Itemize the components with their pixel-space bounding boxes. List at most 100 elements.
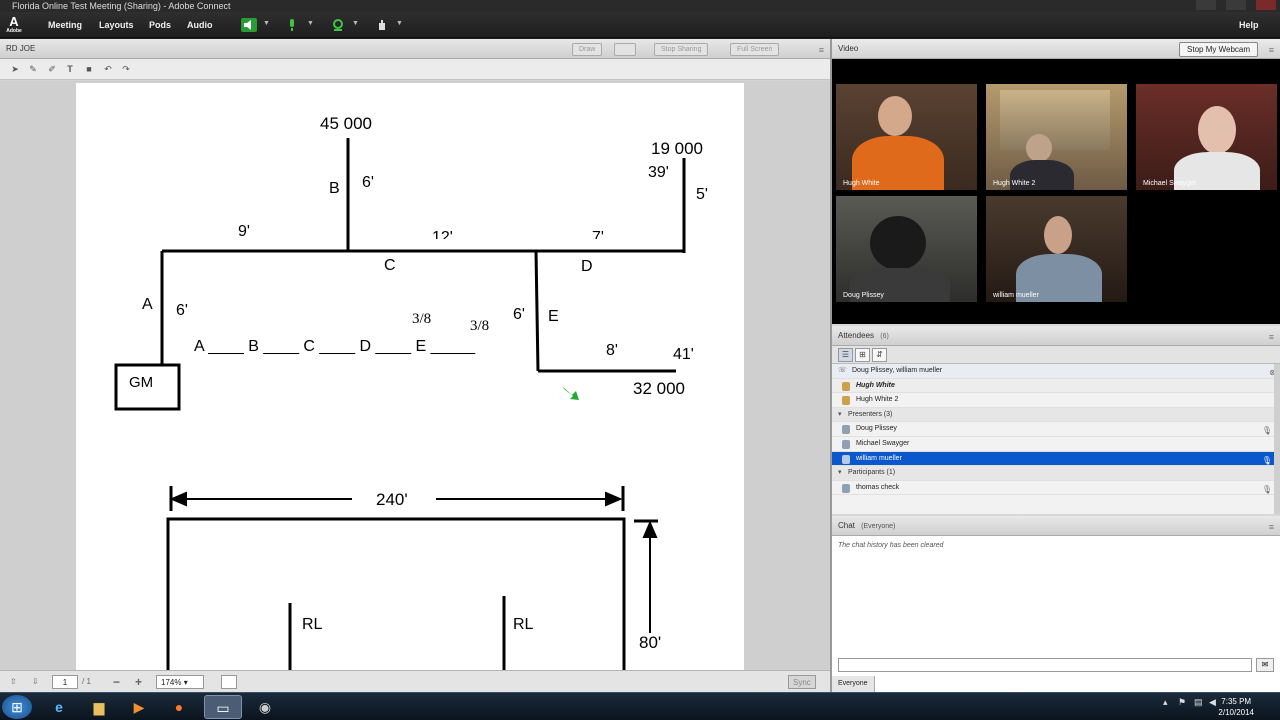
list-view-icon[interactable]: ☰: [838, 348, 853, 362]
chat-pod-title: Chat: [838, 521, 855, 530]
presenters-group[interactable]: Presenters (3): [832, 407, 1280, 423]
attendee-row[interactable]: Hugh White: [832, 378, 1280, 394]
video-tile[interactable]: william mueller: [986, 196, 1127, 302]
video-pod: Video Stop My Webcam ≡ Hugh White Hugh W…: [832, 39, 1280, 324]
window-titlebar: Florida Online Test Meeting (Sharing) - …: [0, 0, 1280, 12]
close-button[interactable]: [1256, 0, 1276, 10]
stop-webcam-button[interactable]: Stop My Webcam: [1179, 42, 1258, 57]
pencil-tool-icon[interactable]: ✎: [27, 64, 39, 75]
webcam-icon[interactable]: [330, 18, 346, 32]
node-a: A: [142, 296, 153, 313]
menu-layouts[interactable]: Layouts: [99, 12, 134, 38]
video-tile[interactable]: Hugh White: [836, 84, 977, 190]
highlighter-tool-icon[interactable]: ✐: [46, 64, 58, 75]
text-tool-icon[interactable]: T: [64, 64, 76, 75]
speaking-icon: ☏: [838, 367, 847, 374]
redo-icon[interactable]: ↷: [120, 64, 132, 75]
chat-scope: (Everyone): [861, 523, 896, 530]
video-tile[interactable]: Michael Swayger: [1136, 84, 1277, 190]
length-b: 6': [362, 174, 374, 191]
firefox-icon[interactable]: ●: [160, 695, 198, 719]
minimize-button[interactable]: [1196, 0, 1216, 10]
chat-message: The chat history has been cleared: [838, 542, 944, 549]
video-tile-name: Hugh White 2: [993, 180, 1036, 187]
pointer-toggle-icon[interactable]: [614, 43, 636, 56]
answer-fill-line: A ____ B ____ C ____ D ____ E _____: [194, 338, 476, 355]
network-icon[interactable]: ▤: [1194, 697, 1203, 708]
length-39: 39': [648, 164, 669, 181]
microphone-icon[interactable]: [284, 18, 300, 32]
zoom-select[interactable]: 174% ▾: [156, 675, 204, 689]
dimension-width: 240': [376, 490, 408, 509]
length-a: 6': [176, 302, 188, 319]
menu-pods[interactable]: Pods: [149, 12, 171, 38]
action-center-icon[interactable]: ⚑: [1178, 697, 1186, 708]
node-c: C: [384, 257, 396, 274]
node-e: E: [548, 308, 559, 325]
zoom-out-icon[interactable]: −: [113, 675, 120, 689]
menu-help[interactable]: Help: [1239, 12, 1259, 38]
tray-expand-icon[interactable]: ▴: [1163, 697, 1168, 708]
breakout-view-icon[interactable]: ⊞: [855, 348, 870, 362]
value-19000: 19 000: [651, 139, 703, 158]
undo-icon[interactable]: ↶: [102, 64, 114, 75]
raise-hand-icon[interactable]: [374, 18, 390, 32]
system-clock[interactable]: 7:35 PM 2/10/2014: [1218, 696, 1254, 718]
role-view-icon[interactable]: ⇵: [872, 348, 887, 362]
zoom-in-icon[interactable]: +: [135, 675, 142, 689]
attendees-scrollbar[interactable]: [1274, 364, 1280, 514]
chat-input[interactable]: [838, 658, 1252, 672]
window-title: Florida Online Test Meeting (Sharing) - …: [12, 1, 231, 11]
media-player-icon[interactable]: ▶: [120, 695, 158, 719]
drawing-toolbar: ➤ ✎ ✐ T ■ ↶ ↷: [0, 59, 830, 80]
speaker-dropdown-icon[interactable]: ▼: [263, 20, 270, 27]
attendees-options-icon[interactable]: ≡: [1269, 327, 1274, 347]
chat-options-icon[interactable]: ≡: [1269, 517, 1274, 537]
full-screen-button[interactable]: Full Screen: [730, 43, 780, 56]
select-tool-icon[interactable]: ➤: [9, 64, 21, 75]
draw-button[interactable]: Draw: [572, 43, 603, 56]
adobe-connect-taskbar-icon[interactable]: ▭: [204, 695, 242, 719]
next-page-icon[interactable]: ⇩: [32, 675, 39, 689]
menu-audio[interactable]: Audio: [187, 12, 213, 38]
maximize-button[interactable]: [1226, 0, 1246, 10]
menu-meeting[interactable]: Meeting: [48, 12, 82, 38]
speaking-indicator: ☏ Doug Plissey, william mueller ⊗: [832, 364, 1280, 379]
obs-icon[interactable]: ◉: [246, 695, 284, 719]
attendee-row[interactable]: Doug Plissey 🎙: [832, 422, 1280, 437]
webcam-dropdown-icon[interactable]: ▼: [352, 20, 359, 27]
internet-explorer-icon[interactable]: e: [40, 695, 78, 719]
document-page: 45 000 19 000 32 000 GM B C D A E 6' 39'…: [76, 83, 744, 670]
video-tile[interactable]: Doug Plissey: [836, 196, 977, 302]
attendee-row[interactable]: thomas check 🎙: [832, 481, 1280, 496]
video-tile[interactable]: Hugh White 2: [986, 84, 1127, 190]
microphone-dropdown-icon[interactable]: ▼: [307, 20, 314, 27]
page-number-input[interactable]: 1: [52, 675, 78, 689]
speaker-icon[interactable]: [241, 18, 257, 32]
stop-sharing-button[interactable]: Stop Sharing: [654, 43, 709, 56]
previous-page-icon[interactable]: ⇧: [10, 675, 17, 689]
shape-tool-icon[interactable]: ■: [83, 64, 95, 75]
status-dropdown-icon[interactable]: ▼: [396, 20, 403, 27]
pod-options-icon[interactable]: ≡: [819, 40, 824, 60]
video-tile-name: Hugh White: [843, 180, 880, 187]
participants-group[interactable]: Participants (1): [832, 466, 1280, 481]
attendee-row[interactable]: Michael Swayger: [832, 437, 1280, 452]
participant-icon: [842, 483, 850, 493]
thumbnail-icon[interactable]: [221, 675, 237, 689]
rl-label-1: RL: [302, 616, 323, 633]
chat-target-tab[interactable]: Everyone: [832, 676, 875, 692]
sync-button[interactable]: Sync: [788, 675, 816, 689]
start-button-icon[interactable]: ⊞: [2, 695, 32, 719]
attendees-pod-header: Attendees (6) ≡: [832, 326, 1280, 346]
send-message-icon[interactable]: ✉: [1256, 658, 1274, 672]
attendee-row-selected[interactable]: william mueller 🎙: [832, 451, 1280, 467]
volume-icon[interactable]: ◀: [1209, 697, 1216, 708]
video-tile-name: Michael Swayger: [1143, 180, 1197, 187]
video-tile-name: Doug Plissey: [843, 292, 884, 299]
attendees-pod: Attendees (6) ≡ ☰ ⊞ ⇵ ☏ Doug Plissey, wi…: [832, 326, 1280, 514]
document-viewer[interactable]: 45 000 19 000 32 000 GM B C D A E 6' 39'…: [0, 81, 830, 670]
file-explorer-icon[interactable]: ▆: [80, 695, 118, 719]
attendee-row[interactable]: Hugh White 2: [832, 393, 1280, 408]
video-pod-options-icon[interactable]: ≡: [1269, 40, 1274, 60]
